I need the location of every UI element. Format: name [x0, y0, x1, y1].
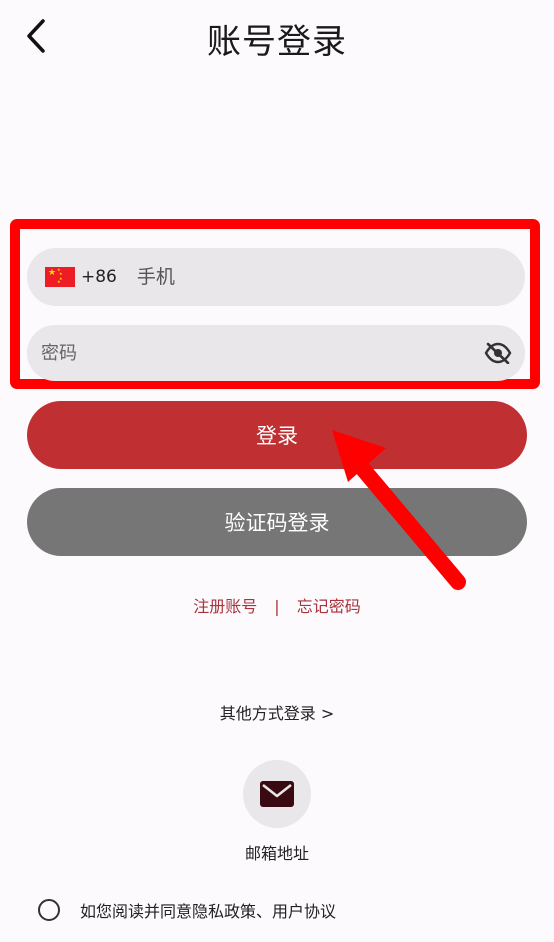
- page-title: 账号登录: [207, 22, 347, 62]
- register-link[interactable]: 注册账号: [193, 593, 257, 617]
- password-input[interactable]: [41, 325, 481, 381]
- login-page: 账号登录 ★ ★ ★ ★ ★ +86 登录 验证码登录 注册账号 | 忘记密码 …: [0, 0, 554, 942]
- toggle-password-visibility-button[interactable]: [481, 336, 515, 370]
- eye-off-icon: [484, 342, 512, 364]
- email-login-button[interactable]: [243, 760, 311, 828]
- email-login-label: 邮箱地址: [244, 844, 309, 863]
- account-links: 注册账号 | 忘记密码: [0, 593, 554, 617]
- phone-input[interactable]: [136, 248, 525, 306]
- password-field: [27, 325, 525, 381]
- phone-field: ★ ★ ★ ★ ★ +86: [27, 248, 525, 306]
- mail-icon: [260, 781, 294, 807]
- agreement-text: 如您阅读并同意隐私政策、用户协议: [80, 902, 337, 921]
- verification-code-login-button[interactable]: 验证码登录: [27, 488, 527, 556]
- china-flag-icon[interactable]: ★ ★ ★ ★ ★: [45, 267, 75, 287]
- links-separator: |: [274, 597, 280, 616]
- agreement-row: 如您阅读并同意隐私政策、用户协议: [38, 898, 336, 922]
- login-button[interactable]: 登录: [27, 401, 527, 469]
- country-code[interactable]: +86: [81, 267, 117, 287]
- forgot-password-link[interactable]: 忘记密码: [297, 593, 361, 617]
- agreement-radio[interactable]: [38, 899, 60, 921]
- other-login-methods-link[interactable]: 其他方式登录 >: [0, 700, 554, 724]
